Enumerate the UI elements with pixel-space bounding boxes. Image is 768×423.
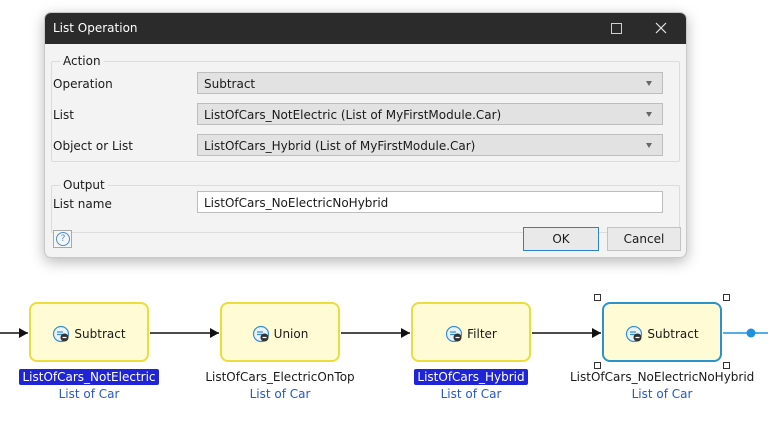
variable-text: ListOfCars_NoElectricNoHybrid — [570, 370, 755, 384]
output-variable-name: ListOfCars_NoElectricNoHybrid — [567, 370, 757, 384]
end-point-dot — [746, 328, 756, 338]
arrowhead-2 — [401, 328, 410, 338]
resize-handle-bottom-right[interactable] — [723, 362, 730, 369]
output-variable-type: List of Car — [58, 387, 120, 401]
variable-text: ListOfCars_ElectricOnTop — [205, 370, 355, 384]
activity-label: Filter — [467, 327, 497, 341]
list-operation-icon — [252, 325, 269, 343]
output-variable-name: ListOfCars_NotElectric — [0, 369, 184, 385]
output-variable-type: List of Car — [631, 387, 693, 401]
arrowhead-1 — [210, 328, 219, 338]
activity-subtract-1[interactable]: Subtract — [29, 302, 149, 362]
output-variable-type: List of Car — [440, 387, 502, 401]
variable-highlight: ListOfCars_Hybrid — [414, 369, 528, 385]
list-operation-icon — [626, 325, 643, 343]
activity-union[interactable]: Union — [220, 302, 340, 362]
list-operation-icon — [446, 325, 463, 343]
resize-handle-bottom-left[interactable] — [594, 362, 601, 369]
activity-subtract-2[interactable]: Subtract — [602, 302, 722, 362]
output-variable-name: ListOfCars_ElectricOnTop — [185, 370, 375, 384]
activity-label: Subtract — [647, 327, 699, 341]
activity-label: Union — [273, 327, 309, 341]
output-variable-name: ListOfCars_Hybrid — [376, 369, 566, 385]
resize-handle-top-left[interactable] — [594, 294, 601, 301]
output-variable-type: List of Car — [249, 387, 311, 401]
arrowhead-0 — [19, 328, 28, 338]
list-operation-icon — [53, 325, 70, 343]
resize-handle-top-right[interactable] — [723, 294, 730, 301]
activity-filter[interactable]: Filter — [411, 302, 531, 362]
activity-label: Subtract — [74, 327, 126, 341]
variable-highlight: ListOfCars_NotElectric — [19, 369, 159, 385]
arrowhead-3 — [592, 328, 601, 338]
